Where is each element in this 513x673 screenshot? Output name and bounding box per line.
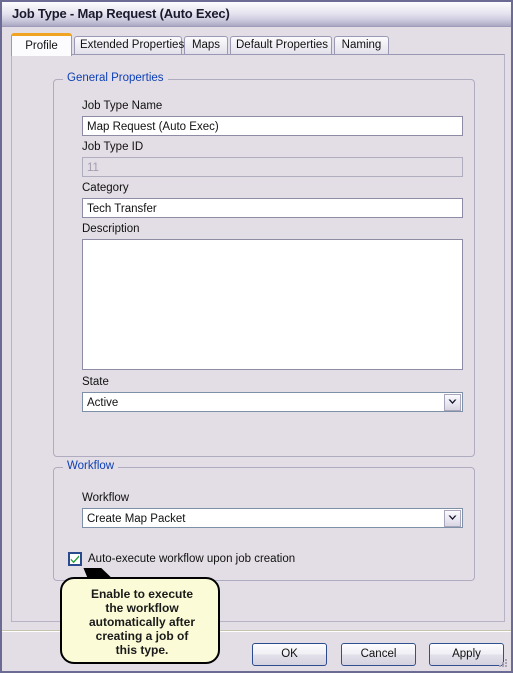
callout-text: Enable to execute the workflow automatic… bbox=[88, 587, 196, 657]
callout-body: Enable to execute the workflow automatic… bbox=[60, 577, 220, 664]
workflow-group: Workflow Workflow Create Map Packet Auto… bbox=[53, 460, 475, 581]
cancel-button[interactable]: Cancel bbox=[341, 643, 416, 666]
workflow-select[interactable]: Create Map Packet bbox=[82, 508, 463, 528]
check-icon[interactable] bbox=[68, 552, 82, 566]
workflow-label: Workflow bbox=[82, 492, 130, 504]
job-type-name-input[interactable]: Map Request (Auto Exec) bbox=[82, 116, 463, 136]
description-label: Description bbox=[82, 223, 140, 235]
tab-extended-properties[interactable]: Extended Properties bbox=[74, 36, 184, 55]
state-select-value: Active bbox=[87, 397, 119, 409]
category-input[interactable]: Tech Transfer bbox=[82, 198, 463, 218]
state-select[interactable]: Active bbox=[82, 392, 463, 412]
tab-naming[interactable]: Naming bbox=[334, 36, 389, 55]
job-type-id-input: 11 bbox=[82, 157, 463, 177]
workflow-legend: Workflow bbox=[63, 460, 119, 472]
job-type-name-label: Job Type Name bbox=[82, 100, 163, 112]
tab-content-panel: General Properties Job Type Name Map Req… bbox=[11, 54, 505, 622]
job-type-id-label: Job Type ID bbox=[82, 141, 144, 153]
tab-strip: Profile Extended Properties Maps Default… bbox=[11, 33, 505, 56]
chevron-down-icon[interactable] bbox=[444, 510, 461, 527]
tab-profile[interactable]: Profile bbox=[11, 33, 72, 56]
general-properties-legend: General Properties bbox=[63, 72, 168, 84]
chevron-down-icon[interactable] bbox=[444, 394, 461, 411]
resize-grip-icon[interactable] bbox=[497, 657, 509, 669]
state-label: State bbox=[82, 376, 109, 388]
apply-button[interactable]: Apply bbox=[429, 643, 504, 666]
workflow-select-value: Create Map Packet bbox=[87, 513, 186, 525]
category-label: Category bbox=[82, 182, 129, 194]
title-bar: Job Type - Map Request (Auto Exec) bbox=[2, 2, 511, 27]
auto-execute-checkbox-label: Auto-execute workflow upon job creation bbox=[88, 553, 296, 565]
tab-default-properties[interactable]: Default Properties bbox=[230, 36, 332, 55]
description-textarea[interactable] bbox=[82, 239, 463, 370]
general-properties-group: General Properties Job Type Name Map Req… bbox=[53, 72, 475, 457]
callout-tooltip: Enable to execute the workflow automatic… bbox=[60, 568, 220, 664]
window-title: Job Type - Map Request (Auto Exec) bbox=[12, 6, 230, 21]
dialog-window: Job Type - Map Request (Auto Exec) Profi… bbox=[0, 0, 513, 673]
ok-button[interactable]: OK bbox=[252, 643, 327, 666]
tab-maps[interactable]: Maps bbox=[184, 36, 228, 55]
